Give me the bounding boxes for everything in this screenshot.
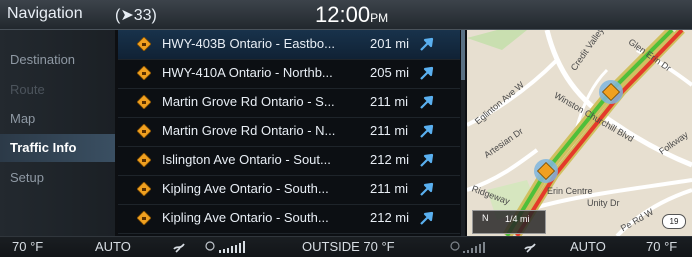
incident-distance: 211 mi xyxy=(370,123,409,138)
incident-distance: 212 mi xyxy=(370,210,410,225)
north-indicator: N xyxy=(482,213,489,223)
app-title: Navigation xyxy=(7,5,83,22)
clock-ampm: PM xyxy=(370,11,389,25)
traffic-warning-icon xyxy=(137,153,151,167)
map-view[interactable]: Credit Valley Glen Erin Dr Eglinton Ave … xyxy=(467,30,692,236)
left-climate-mode[interactable]: AUTO xyxy=(95,239,131,254)
menu-item-route[interactable]: Route xyxy=(0,76,115,104)
direction-arrow-icon xyxy=(420,66,434,80)
traffic-warning-icon xyxy=(137,182,151,196)
traffic-row[interactable]: Martin Grove Rd Ontario - N... 211 mi xyxy=(118,117,460,147)
incident-distance: 211 mi xyxy=(370,181,409,196)
incident-name: Kipling Ave Ontario - South... xyxy=(162,181,329,196)
direction-arrow-icon xyxy=(420,124,434,138)
incident-distance: 201 mi xyxy=(370,36,410,51)
status-bar: Navigation (➤33) 12:00PM xyxy=(0,0,692,30)
direction-arrow-icon xyxy=(420,182,434,196)
incident-distance: 212 mi xyxy=(370,152,410,167)
direction-arrow-icon xyxy=(420,37,434,51)
signal-indicator: (➤33) xyxy=(115,7,157,24)
traffic-row[interactable]: HWY-410A Ontario - Northb... 205 mi xyxy=(118,59,460,89)
incident-distance: 211 mi xyxy=(370,94,409,109)
clock: 12:00PM xyxy=(315,2,388,28)
left-temperature[interactable]: 70 °F xyxy=(12,239,43,254)
direction-arrow-icon xyxy=(420,153,434,167)
route-shield: 19 xyxy=(662,214,686,229)
side-menu: Destination Route Map Traffic Info Setup xyxy=(0,30,115,236)
incident-distance: 205 mi xyxy=(370,65,410,80)
climate-bar: 70 °F AUTO OUTSIDE 70 °F AUTO 70 °F xyxy=(0,236,692,257)
incident-name: HWY-410A Ontario - Northb... xyxy=(162,65,333,80)
street-label: Erin Centre xyxy=(547,186,593,196)
traffic-list: HWY-403B Ontario - Eastbo... 201 mi HWY-… xyxy=(118,30,460,236)
direction-arrow-icon xyxy=(420,95,434,109)
incident-name: Martin Grove Rd Ontario - N... xyxy=(162,123,336,138)
traffic-row[interactable]: HWY-403B Ontario - Eastbo... 201 mi xyxy=(118,30,460,60)
traffic-warning-icon xyxy=(137,66,151,80)
incident-name: Martin Grove Rd Ontario - S... xyxy=(162,94,335,109)
traffic-warning-icon xyxy=(137,95,151,109)
traffic-row[interactable]: Martin Grove Rd Ontario - S... 211 mi xyxy=(118,88,460,118)
menu-item-traffic-info[interactable]: Traffic Info xyxy=(0,134,115,162)
incident-name: Islington Ave Ontario - Sout... xyxy=(162,152,331,167)
scale-value: 1/4 mi xyxy=(505,214,530,224)
scrollbar-thumb[interactable] xyxy=(461,30,465,80)
traffic-warning-icon xyxy=(137,37,151,51)
right-temperature[interactable]: 70 °F xyxy=(646,239,677,254)
map-scale: N 1/4 mi xyxy=(472,210,546,234)
clock-time: 12:00 xyxy=(315,2,371,27)
outside-temperature: OUTSIDE 70 °F xyxy=(302,239,395,254)
traffic-row[interactable]: Kipling Ave Ontario - South... 211 mi xyxy=(118,175,460,205)
menu-item-map[interactable]: Map xyxy=(0,105,115,133)
traffic-row[interactable]: Islington Ave Ontario - Sout... 212 mi xyxy=(118,146,460,176)
airflow-icon[interactable] xyxy=(172,241,188,253)
rear-fan-speed-icon[interactable] xyxy=(450,240,500,255)
right-airflow-icon[interactable] xyxy=(523,241,539,253)
incident-name: Kipling Ave Ontario - South... xyxy=(162,210,329,225)
right-climate-mode[interactable]: AUTO xyxy=(570,239,606,254)
menu-item-setup[interactable]: Setup xyxy=(0,164,115,192)
fan-speed-icon[interactable] xyxy=(205,240,265,255)
incident-name: HWY-403B Ontario - Eastbo... xyxy=(162,36,335,51)
street-label: Unity Dr xyxy=(587,198,620,208)
list-scrollbar[interactable] xyxy=(461,30,465,236)
traffic-warning-icon xyxy=(137,211,151,225)
traffic-warning-icon xyxy=(137,124,151,138)
traffic-row[interactable]: Kipling Ave Ontario - South... 212 mi xyxy=(118,204,460,234)
menu-item-destination[interactable]: Destination xyxy=(0,46,115,74)
direction-arrow-icon xyxy=(420,211,434,225)
